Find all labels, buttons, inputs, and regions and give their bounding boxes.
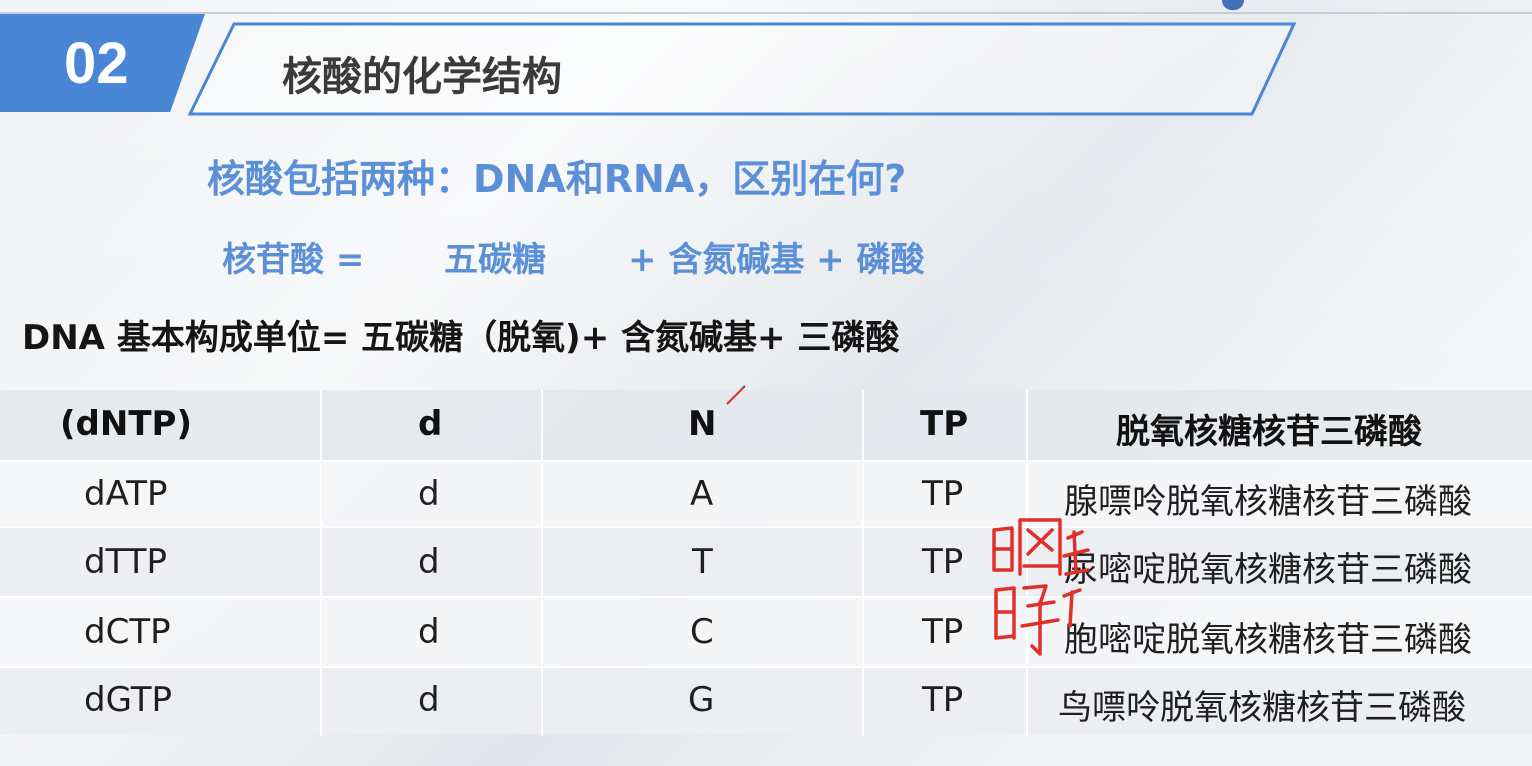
top-divider bbox=[0, 12, 1532, 14]
slide-title: 核酸的化学结构 bbox=[282, 54, 562, 100]
column-divider bbox=[862, 390, 864, 736]
cell-tp: TP bbox=[922, 474, 964, 514]
cell-d: d bbox=[418, 474, 440, 514]
question-text: 核酸包括两种：DNA和RNA，区别在何? bbox=[207, 157, 907, 201]
formula-sugar: 五碳糖 bbox=[444, 240, 546, 280]
cell-n: G bbox=[688, 680, 715, 720]
handwritten-annotation bbox=[984, 512, 1094, 666]
pen-cursor-icon bbox=[725, 384, 747, 410]
cell-name: 腺嘌呤脱氧核糖核苷三磷酸 bbox=[1064, 482, 1472, 522]
section-number: 02 bbox=[0, 14, 205, 112]
dna-unit-line: DNA 基本构成单位= 五碳糖（脱氧)+ 含氮碱基+ 三磷酸 bbox=[22, 318, 900, 358]
row-divider bbox=[0, 596, 1532, 598]
cell-d: d bbox=[418, 680, 440, 720]
cell-n: C bbox=[690, 612, 714, 652]
row-divider bbox=[0, 526, 1532, 528]
header-cell-tp: TP bbox=[920, 404, 969, 444]
formula-rest: + 含氮碱基 + 磷酸 bbox=[628, 240, 925, 280]
table-header-row: (dNTP) d N TP 脱氧核糖核苷三磷酸 bbox=[0, 390, 1532, 460]
row-divider bbox=[0, 666, 1532, 668]
column-divider bbox=[541, 390, 543, 736]
cell-n: T bbox=[692, 542, 713, 582]
row-divider bbox=[0, 460, 1532, 462]
cell-d: d bbox=[418, 542, 440, 582]
cell-tp: TP bbox=[922, 680, 964, 720]
header-cell-dntp: (dNTP) bbox=[60, 404, 192, 444]
column-divider bbox=[320, 390, 322, 736]
table-row: dCTP d C TP 胞嘧啶脱氧核糖核苷三磷酸 bbox=[0, 598, 1532, 666]
formula-lhs: 核苷酸 = bbox=[222, 240, 365, 280]
cell-dntp: dGTP bbox=[84, 680, 172, 720]
header-cell-n: N bbox=[688, 404, 717, 444]
cell-name: 尿嘧啶脱氧核糖核苷三磷酸 bbox=[1064, 550, 1472, 590]
cell-d: d bbox=[418, 612, 440, 652]
table-row: dTTP d T TP 尿嘧啶脱氧核糖核苷三磷酸 bbox=[0, 528, 1532, 596]
table-row: dATP d A TP 腺嘌呤脱氧核糖核苷三磷酸 bbox=[0, 462, 1532, 526]
dntp-table: (dNTP) d N TP 脱氧核糖核苷三磷酸 dATP d A TP 腺嘌呤脱… bbox=[0, 390, 1532, 738]
cell-dntp: dATP bbox=[84, 474, 168, 514]
table-row: dGTP d G TP 鸟嘌呤脱氧核糖核苷三磷酸 bbox=[0, 668, 1532, 734]
cell-dntp: dTTP bbox=[84, 542, 168, 582]
cell-n: A bbox=[690, 474, 714, 514]
header-cell-name: 脱氧核糖核苷三磷酸 bbox=[1116, 412, 1422, 452]
cell-name: 鸟嘌呤脱氧核糖核苷三磷酸 bbox=[1058, 688, 1466, 728]
cell-tp: TP bbox=[922, 612, 964, 652]
cell-name: 胞嘧啶脱氧核糖核苷三磷酸 bbox=[1064, 620, 1472, 660]
header-cell-d: d bbox=[418, 404, 443, 444]
cell-tp: TP bbox=[922, 542, 964, 582]
cell-dntp: dCTP bbox=[84, 612, 171, 652]
